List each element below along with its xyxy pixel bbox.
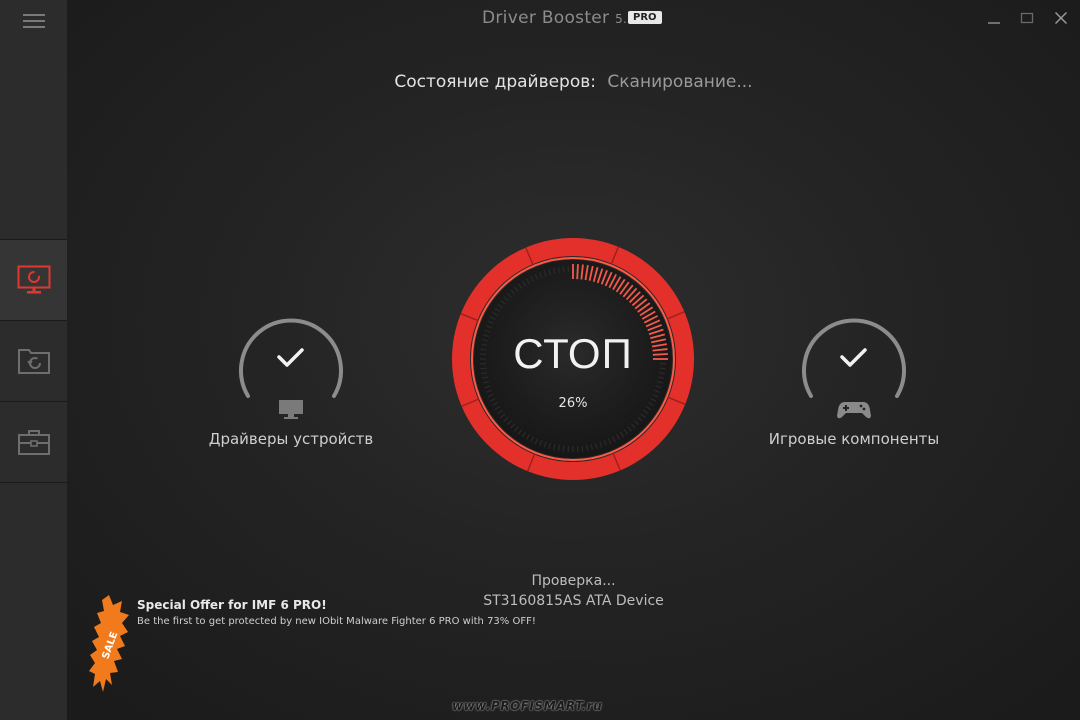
maximize-icon [1020, 12, 1034, 24]
checkmark-icon [840, 348, 867, 367]
special-offer: SALE Special Offer for IMF 6 PRO! Be the… [89, 595, 649, 700]
gamepad-icon [837, 402, 871, 419]
sidebar [0, 0, 68, 720]
stop-label: СТОП [513, 330, 633, 377]
sidebar-item-restore[interactable] [0, 320, 67, 401]
progress-tick-active [576, 264, 579, 280]
main-panel: Driver Booster 5.5 PRO Состояние драйвер… [67, 0, 1080, 720]
pro-badge: PRO [628, 11, 662, 24]
app-title: Driver Booster 5.5 [482, 8, 635, 28]
toolbox-icon [17, 430, 50, 455]
menu-button[interactable] [0, 0, 67, 42]
scan-action-text: Проверка... [531, 573, 616, 589]
offer-text: Be the first to get protected by new IOb… [137, 616, 536, 627]
watermark: www.PROFISMART.ru [452, 699, 603, 713]
sidebar-item-scan[interactable] [0, 239, 67, 320]
device-drivers-caption: Драйверы устройств [208, 430, 374, 448]
checkmark-icon [277, 348, 304, 367]
app-name: Driver Booster [482, 8, 610, 28]
monitor-icon [279, 400, 303, 419]
close-icon [1054, 11, 1068, 25]
maximize-button[interactable] [1016, 9, 1038, 27]
app-window: Driver Booster 5.5 PRO Состояние драйвер… [0, 0, 1080, 720]
status-value: Сканирование... [607, 72, 753, 92]
hamburger-icon [22, 14, 45, 28]
minimize-button[interactable] [983, 9, 1005, 27]
driver-status-line: Состояние драйверов: Сканирование... [67, 72, 1080, 92]
progress-tick [562, 266, 565, 273]
progress-tick [562, 445, 565, 452]
status-label: Состояние драйверов: [394, 72, 596, 92]
game-components-caption: Игровые компоненты [768, 430, 940, 448]
minimize-icon [988, 22, 1000, 24]
monitor-scan-icon [17, 265, 50, 294]
offer-title[interactable]: Special Offer for IMF 6 PRO! [137, 598, 327, 612]
restore-icon [17, 349, 50, 374]
sale-badge-icon[interactable]: SALE [89, 595, 129, 697]
close-button[interactable] [1050, 9, 1072, 27]
progress-percent: 26% [558, 396, 588, 411]
sidebar-item-toolbox[interactable] [0, 401, 67, 483]
title-bar: Driver Booster 5.5 PRO [67, 0, 1080, 38]
progress-tick [581, 445, 584, 452]
